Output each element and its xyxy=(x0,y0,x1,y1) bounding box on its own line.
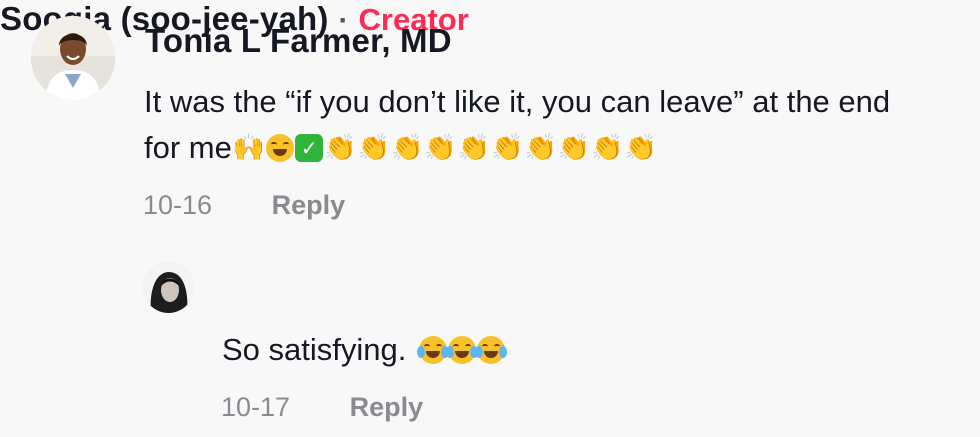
reply-date: 10-17 xyxy=(221,392,291,422)
profile-photo-icon xyxy=(143,262,194,313)
clap-icon: 👏 xyxy=(491,133,524,163)
clap-icon: 👏 xyxy=(390,133,424,163)
reply-text-label: So satisfying. xyxy=(222,332,407,367)
clap-icon: 👏 xyxy=(557,133,591,163)
clap-icon: 👏 xyxy=(424,133,457,163)
reply-meta: 10-17 Reply xyxy=(221,392,423,423)
avatar-soogia[interactable] xyxy=(143,262,194,313)
reply-text: So satisfying. xyxy=(222,326,508,374)
tears-of-joy-icon xyxy=(475,336,508,364)
reply-button[interactable]: Reply xyxy=(272,190,346,220)
reply-button[interactable]: Reply xyxy=(350,392,424,422)
comment-text-line-1: It was the “if you don’t like it, you ca… xyxy=(144,84,891,119)
clap-icon: 👏 xyxy=(524,133,557,163)
comment-meta: 10-16 Reply xyxy=(143,190,345,221)
tears-of-joy-icon xyxy=(446,336,479,364)
rofl-icon xyxy=(266,134,295,162)
clap-icon: 👏 xyxy=(591,133,624,163)
avatar-tonia[interactable] xyxy=(31,16,115,100)
clap-icon: 👏 xyxy=(324,133,357,163)
check-mark-icon: ✓ xyxy=(295,134,324,162)
clap-icon: 👏 xyxy=(624,133,657,163)
tears-of-joy-icon xyxy=(417,336,450,364)
comment-text-line-2-label: for me xyxy=(144,130,232,165)
clap-icon: 👏 xyxy=(457,133,491,163)
comment-text-line-2: for me 🙌 ✓ 👏 👏 👏 👏 👏 👏 👏 👏 👏 👏 xyxy=(144,124,657,172)
comment-date: 10-16 xyxy=(143,190,213,220)
comment-username[interactable]: Tonia L Farmer, MD xyxy=(145,22,452,60)
raising-hands-icon: 🙌 xyxy=(232,133,266,163)
clap-icon: 👏 xyxy=(357,133,390,163)
profile-photo-icon xyxy=(31,16,115,100)
